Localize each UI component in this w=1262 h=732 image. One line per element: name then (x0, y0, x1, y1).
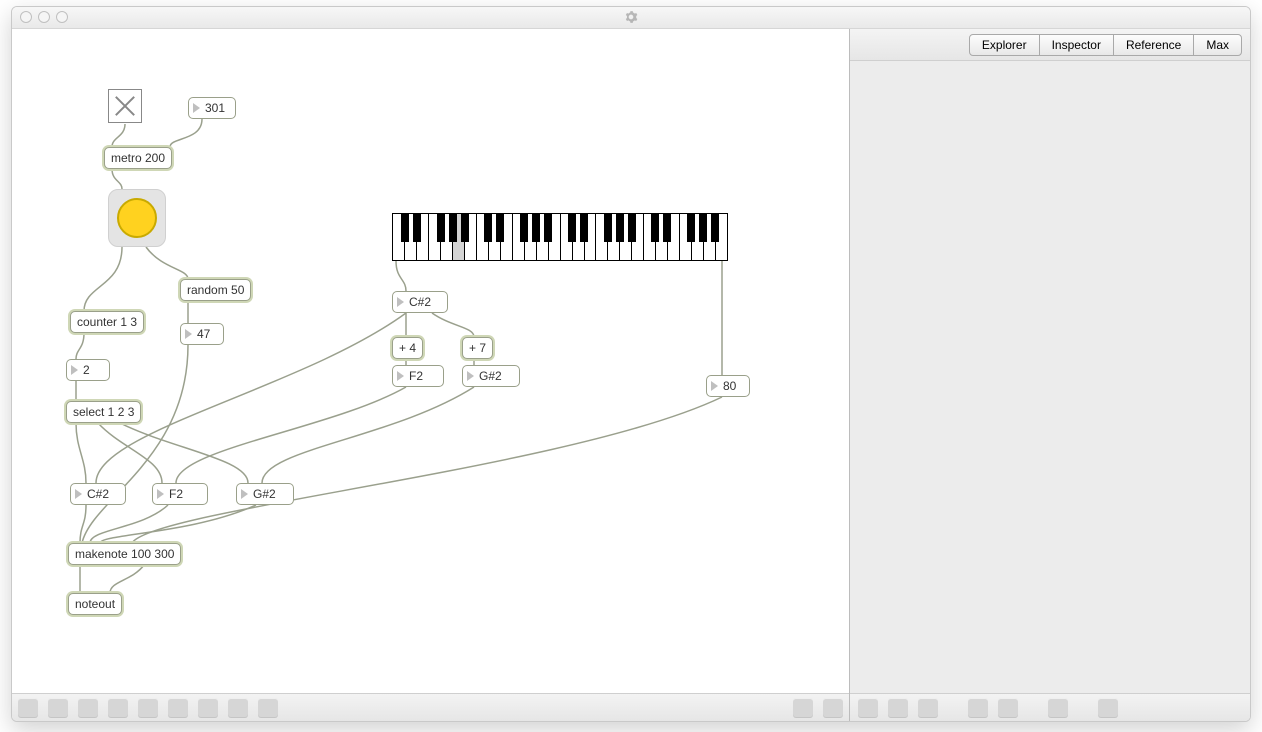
black-key[interactable] (663, 214, 671, 242)
number-box-counter-out[interactable]: 2 (66, 359, 110, 381)
sidebar-freeze-icon[interactable] (968, 698, 988, 718)
number-box-random-out[interactable]: 47 (180, 323, 224, 345)
note1-message[interactable]: C#2 (70, 483, 126, 505)
close-window-button[interactable] (20, 11, 32, 23)
plus4-object[interactable]: + 4 (392, 337, 423, 359)
sidebar-tabs: Explorer Inspector Reference Max (850, 29, 1250, 61)
black-key[interactable] (616, 214, 624, 242)
grid-icon[interactable] (108, 698, 128, 718)
black-key[interactable] (496, 214, 504, 242)
bang-icon (117, 198, 157, 238)
velocity-number-box[interactable]: 80 (706, 375, 750, 397)
plus7-object[interactable]: + 7 (462, 337, 493, 359)
black-key[interactable] (437, 214, 445, 242)
black-key[interactable] (532, 214, 540, 242)
gear-icon (624, 10, 638, 24)
sidebar-body (850, 61, 1250, 693)
patch-cords (12, 29, 849, 693)
random-object[interactable]: random 50 (180, 279, 251, 301)
select-object[interactable]: select 1 2 3 (66, 401, 141, 423)
sidebar-list-icon[interactable] (918, 698, 938, 718)
gsharp2-message[interactable]: G#2 (462, 365, 520, 387)
sidebar-at-icon[interactable] (888, 698, 908, 718)
f2-message[interactable]: F2 (392, 365, 444, 387)
black-key[interactable] (580, 214, 588, 242)
black-key[interactable] (699, 214, 707, 242)
zoom-icon[interactable] (138, 698, 158, 718)
noteout-object[interactable]: noteout (68, 593, 122, 615)
black-key[interactable] (687, 214, 695, 242)
debug-icon[interactable] (198, 698, 218, 718)
sidebar-circle-icon[interactable] (998, 698, 1018, 718)
traffic-lights (20, 11, 68, 23)
black-key[interactable] (413, 214, 421, 242)
black-key[interactable] (461, 214, 469, 242)
bang-button[interactable] (108, 189, 166, 247)
note3-message[interactable]: G#2 (236, 483, 294, 505)
makenote-object[interactable]: makenote 100 300 (68, 543, 181, 565)
tab-reference[interactable]: Reference (1113, 34, 1194, 56)
counter-object[interactable]: counter 1 3 (70, 311, 144, 333)
black-key[interactable] (628, 214, 636, 242)
calendar-icon[interactable] (228, 698, 248, 718)
black-key[interactable] (544, 214, 552, 242)
sparkle-icon[interactable] (258, 698, 278, 718)
titlebar (12, 7, 1250, 29)
tab-explorer[interactable]: Explorer (969, 34, 1040, 56)
black-key[interactable] (449, 214, 457, 242)
patcher-canvas[interactable]: 301 metro 200 random 50 counter 1 3 47 2… (12, 29, 849, 693)
tab-inspector[interactable]: Inspector (1039, 34, 1114, 56)
black-key[interactable] (520, 214, 528, 242)
sidebar-sparkle-icon[interactable] (858, 698, 878, 718)
single-view-icon[interactable] (793, 698, 813, 718)
patcher-toolbar (12, 693, 849, 721)
presentation-icon[interactable] (78, 698, 98, 718)
black-key[interactable] (568, 214, 576, 242)
black-key[interactable] (484, 214, 492, 242)
sidebar-back-icon[interactable] (1098, 698, 1118, 718)
sidebar: Explorer Inspector Reference Max (850, 29, 1250, 721)
minimize-window-button[interactable] (38, 11, 50, 23)
lock-icon[interactable] (18, 698, 38, 718)
sidebar-plus-icon[interactable] (1048, 698, 1068, 718)
kslider-keyboard[interactable] (392, 213, 728, 261)
app-window: 301 metro 200 random 50 counter 1 3 47 2… (11, 6, 1251, 722)
black-key[interactable] (711, 214, 719, 242)
black-key[interactable] (401, 214, 409, 242)
split-view-icon[interactable] (823, 698, 843, 718)
toggle-object[interactable] (108, 89, 142, 123)
tab-max[interactable]: Max (1193, 34, 1242, 56)
zoom-window-button[interactable] (56, 11, 68, 23)
note2-message[interactable]: F2 (152, 483, 208, 505)
black-key[interactable] (604, 214, 612, 242)
root-note-message[interactable]: C#2 (392, 291, 448, 313)
metro-object[interactable]: metro 200 (104, 147, 172, 169)
number-box-tempo[interactable]: 301 (188, 97, 236, 119)
black-key[interactable] (651, 214, 659, 242)
info-icon[interactable] (168, 698, 188, 718)
new-view-icon[interactable] (48, 698, 68, 718)
sidebar-toolbar (850, 693, 1250, 721)
